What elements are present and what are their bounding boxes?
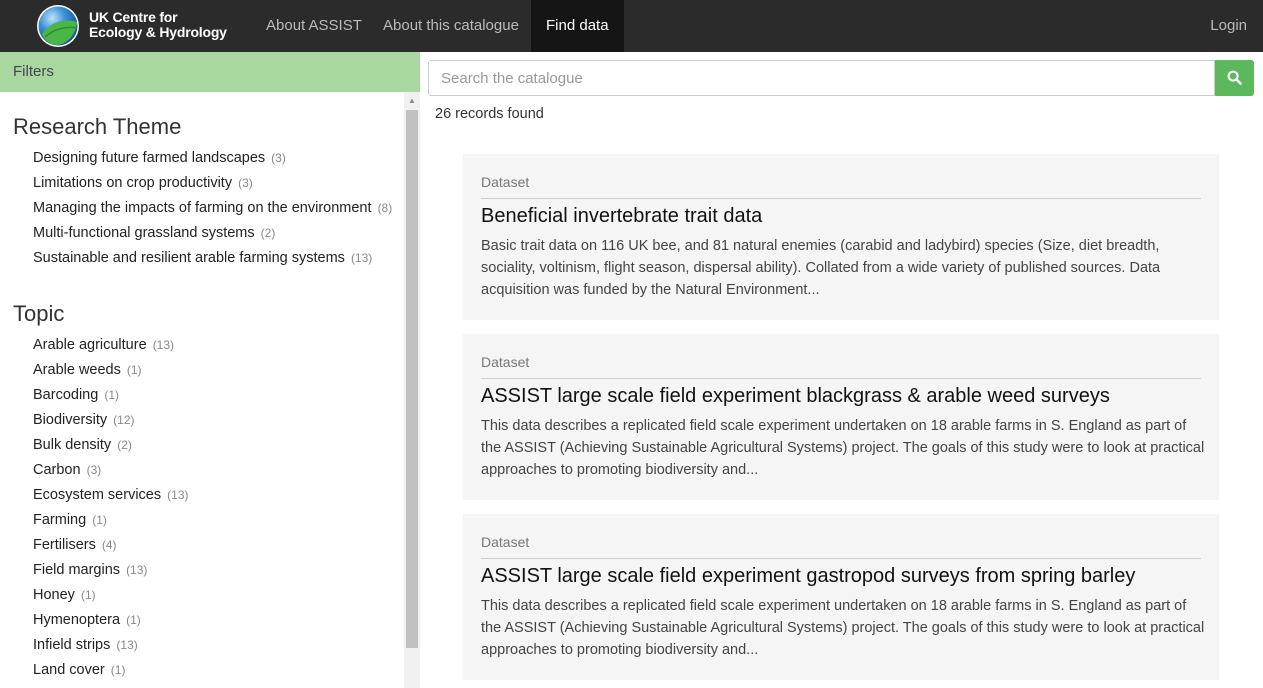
facet-label: Honey [33,587,75,603]
result-title-link[interactable]: ASSIST large scale field experiment gast… [481,565,1135,588]
facet-count: (3) [86,463,102,477]
filters-header: Filters [0,52,420,92]
top-navbar: UK Centre for Ecology & Hydrology About … [0,0,1263,53]
brand-name[interactable]: UK Centre for Ecology & Hydrology [89,10,227,40]
result-description: This data describes a replicated field s… [481,598,1205,658]
facet-count: (1) [92,513,107,527]
facet-count: (3) [238,176,253,190]
result-card: Dataset ASSIST large scale field experim… [463,514,1219,680]
result-title-link[interactable]: ASSIST large scale field experiment blac… [481,385,1110,408]
facet-item-topic[interactable]: Biodiversity (12) [33,412,135,428]
facet-item-topic[interactable]: Barcoding (1) [33,387,119,403]
result-type: Dataset [481,174,530,190]
facet-item-topic[interactable]: Hymenoptera (1) [33,612,141,628]
facet-item-research-theme[interactable]: Sustainable and resilient arable farming… [33,250,372,266]
ukceh-logo-icon[interactable] [36,4,80,48]
filters-sidebar: Research Theme Designing future farmed l… [0,92,404,688]
facet-item-topic[interactable]: Arable weeds (1) [33,362,142,378]
facet-item-topic[interactable]: Ecosystem services (13) [33,487,189,503]
result-card: Dataset ASSIST large scale field experim… [463,334,1219,500]
search-button[interactable] [1215,60,1254,96]
facet-item-topic[interactable]: Arable agriculture (13) [33,337,174,353]
facet-count: (1) [126,613,141,627]
nav-about-catalogue[interactable]: About this catalogue [368,0,534,52]
result-card: Dataset Beneficial invertebrate trait da… [463,154,1219,320]
result-type: Dataset [481,354,530,370]
result-type: Dataset [481,534,530,550]
facet-label: Biodiversity [33,412,108,428]
facet-label: Barcoding [33,387,99,403]
nav-find-data[interactable]: Find data [531,0,624,52]
facet-title-topic: Topic [13,301,65,326]
records-found-count: 26 records found [435,106,544,122]
facet-label: Limitations on crop productivity [33,175,233,191]
facet-count: (3) [271,151,286,165]
facet-count: (13) [116,638,138,652]
facet-label: Carbon [33,462,81,478]
facet-label: Fertilisers [33,537,96,553]
facet-count: (4) [101,538,117,552]
brand-line-2: Ecology & Hydrology [89,24,227,40]
facet-count: (13) [152,338,175,352]
facet-label: Sustainable and resilient arable farming… [33,250,345,266]
facet-label: Managing the impacts of farming on the e… [33,200,372,216]
facet-item-topic[interactable]: Carbon (3) [33,462,101,478]
facet-label: Field margins [33,562,121,578]
facet-item-topic[interactable]: Land cover (1) [33,662,125,678]
result-description: This data describes a replicated field s… [481,418,1205,478]
magnifier-icon [1227,70,1242,85]
facet-count: (8) [377,201,393,215]
login-link[interactable]: Login [1210,0,1247,52]
result-divider [481,558,1201,559]
facet-item-research-theme[interactable]: Managing the impacts of farming on the e… [33,200,392,216]
facet-count: (1) [126,363,142,377]
facet-label: Arable weeds [33,362,121,378]
facet-title-research-theme: Research Theme [13,114,182,139]
search-input[interactable] [428,60,1215,96]
result-divider [481,198,1201,199]
facet-label: Designing future farmed landscapes [33,150,266,166]
facet-count: (13) [167,488,189,502]
facet-item-topic[interactable]: Honey (1) [33,587,96,603]
facet-count: (12) [113,413,135,427]
facet-label: Multi-functional grassland systems [33,225,255,241]
facet-label: Infield strips [33,637,111,653]
facet-item-research-theme[interactable]: Designing future farmed landscapes (3) [33,150,286,166]
brand-line-1: UK Centre for [89,9,178,25]
facet-count: (13) [350,251,373,265]
facet-item-topic[interactable]: Bulk density (2) [33,437,132,453]
facet-item-topic[interactable]: Fertilisers (4) [33,537,117,553]
facet-item-research-theme[interactable]: Multi-functional grassland systems (2) [33,225,275,241]
result-title-link[interactable]: Beneficial invertebrate trait data [481,205,762,228]
facet-item-topic[interactable]: Farming (1) [33,512,107,528]
facet-item-topic[interactable]: Field margins (13) [33,562,147,578]
scroll-up-arrow-icon[interactable]: ▲ [404,92,420,108]
facet-count: (1) [104,388,119,402]
facet-item-research-theme[interactable]: Limitations on crop productivity (3) [33,175,253,191]
nav-about-assist[interactable]: About ASSIST [251,0,377,52]
result-description: Basic trait data on 116 UK bee, and 81 n… [481,238,1161,298]
facet-label: Ecosystem services [33,487,162,503]
facet-count: (2) [117,438,132,452]
facet-label: Arable agriculture [33,337,147,353]
facet-label: Land cover [33,662,105,678]
sidebar-scrollbar-thumb[interactable] [406,110,418,648]
facet-label: Farming [33,512,87,528]
facet-count: (2) [260,226,276,240]
facet-label: Bulk density [33,437,112,453]
result-divider [481,378,1201,379]
facet-label: Hymenoptera [33,612,121,628]
facet-count: (13) [126,563,148,577]
facet-item-topic[interactable]: Infield strips (13) [33,637,138,653]
facet-count: (1) [110,663,126,677]
facet-count: (1) [80,588,96,602]
